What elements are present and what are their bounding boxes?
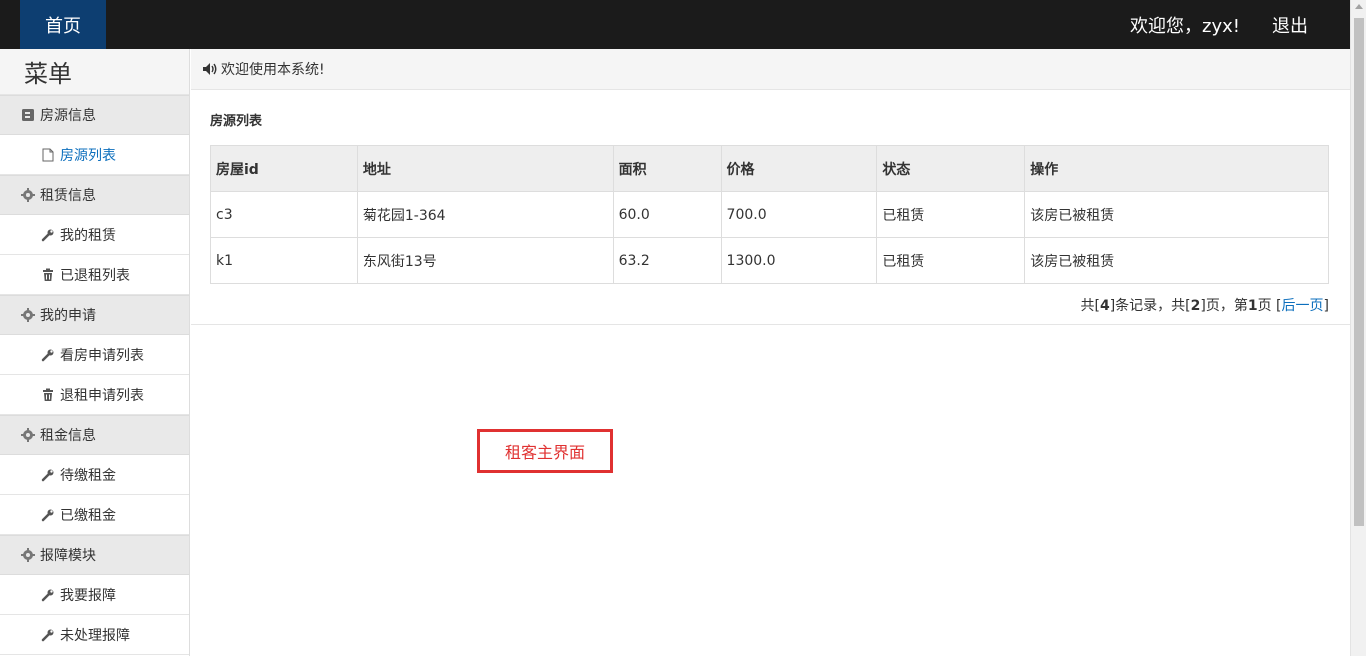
sidebar-item-label: 已退租列表 [60, 267, 130, 284]
table-cell: 菊花园1-364 [356, 191, 614, 238]
table-cell: 60.0 [612, 191, 722, 238]
sidebar-item-label: 我的租赁 [60, 227, 116, 244]
gear-icon [20, 187, 36, 203]
column-header: 面积 [612, 145, 722, 192]
table-cell: k1 [210, 237, 358, 284]
speaker-icon [201, 61, 217, 77]
sidebar-group-label: 租金信息 [40, 428, 96, 444]
pager-current-page: 1 [1247, 298, 1258, 314]
table-cell: 东风街13号 [356, 237, 614, 284]
sidebar-item-viewing-applications[interactable]: 看房申请列表 [0, 335, 189, 375]
house-list-panel: 房源列表 房屋id 地址 面积 价格 状态 操作 c3 菊花园1-364 60.… [191, 90, 1350, 325]
trash-icon [40, 267, 56, 283]
sidebar-item-pending-repairs[interactable]: 未处理报障 [0, 615, 189, 655]
pager-text: ]页，第 [1200, 298, 1248, 314]
sidebar-group-repair-module[interactable]: 报障模块 [0, 535, 189, 575]
column-header: 状态 [876, 145, 1026, 192]
table-cell: 已租赁 [876, 191, 1026, 238]
welcome-notice-text: 欢迎使用本系统! [221, 62, 325, 78]
table-row: k1 东风街13号 63.2 1300.0 已租赁 该房已被租赁 [210, 237, 1329, 284]
gear-icon [20, 547, 36, 563]
column-header: 房屋id [210, 145, 358, 192]
wrench-icon [40, 587, 56, 603]
sidebar: 菜单 房源信息 房源列表 租赁信息 我的租赁 已退租列表 我的申请 看房申请列表… [0, 49, 190, 656]
welcome-user-text: 欢迎您，zyx! [1130, 15, 1240, 37]
pager-record-count: 4 [1099, 298, 1110, 314]
table-cell: 700.0 [720, 191, 878, 238]
sidebar-group-my-applications[interactable]: 我的申请 [0, 295, 189, 335]
book-icon [20, 107, 36, 123]
sidebar-group-label: 我的申请 [40, 308, 96, 324]
table-cell: 该房已被租赁 [1024, 191, 1329, 238]
trash-icon [40, 387, 56, 403]
page-scrollbar[interactable] [1350, 0, 1366, 656]
menu-title: 菜单 [0, 49, 189, 95]
sidebar-group-label: 房源信息 [40, 108, 96, 124]
gear-icon [20, 427, 36, 443]
column-header: 地址 [356, 145, 614, 192]
sidebar-group-rent-info[interactable]: 租金信息 [0, 415, 189, 455]
sidebar-item-label: 待缴租金 [60, 467, 116, 484]
sidebar-item-label: 退租申请列表 [60, 387, 144, 404]
table-cell: 1300.0 [720, 237, 878, 284]
sidebar-item-my-rental[interactable]: 我的租赁 [0, 215, 189, 255]
next-page-link[interactable]: 后一页 [1282, 298, 1324, 314]
gear-icon [20, 307, 36, 323]
logout-link[interactable]: 退出 [1272, 0, 1308, 49]
sidebar-group-rental-info[interactable]: 租赁信息 [0, 175, 189, 215]
sidebar-group-label: 报障模块 [40, 548, 96, 564]
sidebar-item-label: 我要报障 [60, 587, 116, 604]
home-tab[interactable]: 首页 [20, 0, 106, 49]
scroll-up-arrow-icon[interactable] [1355, 4, 1363, 9]
panel-title: 房源列表 [210, 114, 263, 129]
file-icon [40, 147, 56, 163]
sidebar-item-house-list[interactable]: 房源列表 [0, 135, 189, 175]
wrench-icon [40, 347, 56, 363]
tenant-main-annotation-label: 租客主界面 [477, 429, 613, 473]
sidebar-group-label: 租赁信息 [40, 188, 96, 204]
house-list-table: 房屋id 地址 面积 价格 状态 操作 c3 菊花园1-364 60.0 700… [210, 145, 1329, 284]
top-navbar: 首页 欢迎您，zyx! 退出 [0, 0, 1350, 49]
sidebar-item-returned-list[interactable]: 已退租列表 [0, 255, 189, 295]
table-cell: c3 [210, 191, 358, 238]
wrench-icon [40, 227, 56, 243]
sidebar-item-label: 房源列表 [60, 147, 116, 164]
pagination-info: 共[4]条记录，共[2]页，第1页 [后一页] [1080, 295, 1329, 315]
welcome-notice-bar: 欢迎使用本系统! [191, 49, 1350, 90]
pager-text: 页 [ [1257, 298, 1282, 314]
column-header: 操作 [1024, 145, 1329, 192]
table-cell: 63.2 [612, 237, 722, 284]
table-cell: 已租赁 [876, 237, 1026, 284]
pager-suffix: ] [1323, 298, 1329, 314]
sidebar-item-rent-due[interactable]: 待缴租金 [0, 455, 189, 495]
table-row: c3 菊花园1-364 60.0 700.0 已租赁 该房已被租赁 [210, 191, 1329, 238]
wrench-icon [40, 507, 56, 523]
sidebar-group-house-info[interactable]: 房源信息 [0, 95, 189, 135]
wrench-icon [40, 467, 56, 483]
pager-text: ]条记录，共[ [1109, 298, 1191, 314]
pager-page-count: 2 [1190, 298, 1201, 314]
table-cell: 该房已被租赁 [1024, 237, 1329, 284]
wrench-icon [40, 627, 56, 643]
sidebar-item-report-repair[interactable]: 我要报障 [0, 575, 189, 615]
sidebar-item-rent-paid[interactable]: 已缴租金 [0, 495, 189, 535]
pager-prefix: 共[ [1080, 298, 1100, 314]
sidebar-item-return-applications[interactable]: 退租申请列表 [0, 375, 189, 415]
sidebar-item-label: 未处理报障 [60, 627, 130, 644]
sidebar-item-label: 已缴租金 [60, 507, 116, 524]
table-header-row: 房屋id 地址 面积 价格 状态 操作 [210, 145, 1329, 192]
scroll-thumb[interactable] [1354, 18, 1364, 526]
sidebar-item-label: 看房申请列表 [60, 347, 144, 364]
column-header: 价格 [720, 145, 878, 192]
